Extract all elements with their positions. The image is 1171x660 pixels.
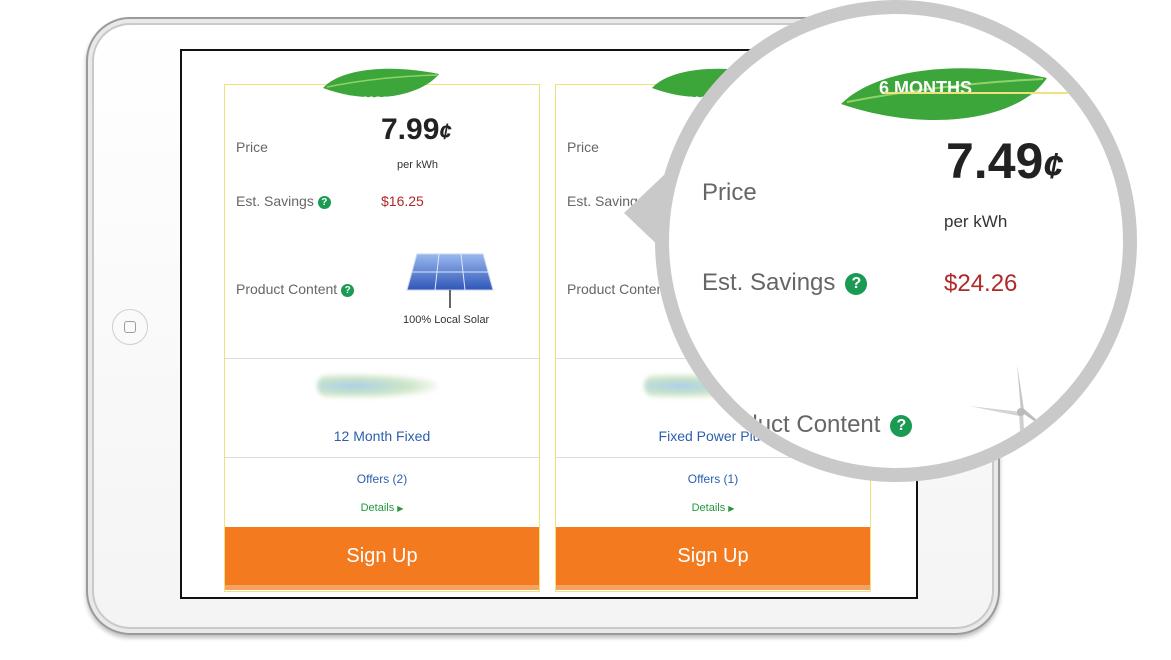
savings-label: Est. Savings?	[702, 269, 868, 297]
play-arrow-icon: ▶	[397, 504, 404, 513]
sign-up-button[interactable]: Sign Up	[225, 527, 539, 590]
savings-value: $16.25	[381, 193, 424, 209]
divider	[225, 457, 539, 458]
divider	[225, 358, 539, 359]
details-link[interactable]: Details ▶	[556, 502, 870, 514]
price-label: Price	[567, 139, 599, 155]
price-unit: per kWh	[944, 212, 1008, 231]
price-label: Price	[702, 179, 757, 206]
offers-link[interactable]: Offers (2)	[225, 472, 539, 486]
magnifier-lens: 6 MONTHS Price 7.49¢ per kWh Est. Saving…	[655, 0, 1137, 482]
term-badge: 12 MONTHS	[346, 94, 416, 108]
term-badge: 6 MONTHS	[879, 78, 973, 98]
product-content-label: Product Content?	[236, 281, 355, 297]
solar-panel-icon	[406, 253, 494, 308]
plan-name-link[interactable]: 12 Month Fixed	[225, 428, 539, 444]
home-button[interactable]	[112, 309, 148, 345]
plan-card: 12 MONTHS Price 7.99¢ per kWh Est. Savin…	[224, 68, 540, 592]
product-content-label: Product Content	[567, 281, 669, 297]
details-link[interactable]: Details ▶	[225, 502, 539, 514]
provider-logo	[317, 374, 437, 398]
product-content-label: Product Content?	[707, 411, 913, 439]
card-border	[884, 92, 1123, 94]
offers-link[interactable]: Offers (1)	[556, 472, 870, 486]
savings-label: Est. Savings?	[236, 193, 331, 209]
help-icon[interactable]: ?	[845, 272, 868, 295]
content-caption: 100% Local Solar	[403, 314, 490, 326]
price-label: Price	[236, 139, 268, 155]
sign-up-button[interactable]: Sign Up	[556, 527, 870, 590]
price-unit: per kWh	[397, 159, 438, 171]
help-icon[interactable]: ?	[317, 195, 331, 209]
savings-value: $24.26	[944, 270, 1018, 297]
help-icon[interactable]: ?	[341, 283, 355, 297]
play-arrow-icon: ▶	[728, 504, 735, 513]
wind-turbine-icon	[969, 364, 1119, 468]
help-icon[interactable]: ?	[890, 414, 913, 437]
price-value: 7.99¢	[381, 113, 452, 146]
home-square-icon	[124, 321, 136, 333]
price-value: 7.49¢	[946, 133, 1064, 189]
